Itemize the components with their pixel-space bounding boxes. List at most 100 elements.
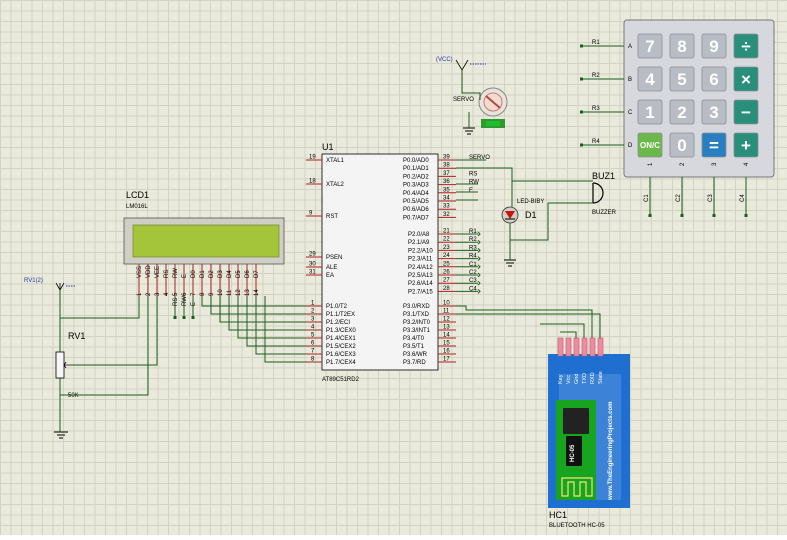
led-d1[interactable]: LED-BIBY D1 [501, 199, 544, 267]
hc05-module-label: HC-05 [570, 444, 576, 462]
pin-number: 15 [443, 341, 450, 347]
lcd-pin-name: D3 [218, 270, 224, 278]
keypad-key-label: 3 [709, 103, 718, 122]
lcd-pin-number: 14 [254, 289, 260, 296]
pin-name: P1.7/CEX4 [326, 360, 356, 366]
pin-number: 19 [309, 155, 316, 161]
pin-name: P3.4/T0 [403, 336, 425, 342]
hc05-pin-header [565, 337, 572, 357]
keypad-key-label: ÷ [741, 37, 750, 56]
keypad-key-label: 4 [645, 70, 655, 89]
buzzer-buz1[interactable]: BUZ1 BUZZER [592, 171, 617, 216]
pin-name: P1.3/CEX0 [326, 328, 356, 334]
hc05-part: BLUETOOTH HC-05 [549, 523, 605, 529]
net-label: R2 [592, 73, 600, 79]
hc05-ref: HC1 [549, 510, 567, 520]
keypad-row-label: A [628, 44, 632, 50]
pin-number: 26 [443, 270, 450, 276]
ground-icon [504, 259, 516, 267]
power-arrow-icon [455, 59, 469, 71]
net-label: C1 [644, 194, 650, 202]
microcontroller-u1[interactable]: U1 AT89C51RD2 19XTAL118XTAL29RST29PSEN30… [306, 142, 490, 383]
hc05-pin-name: Vcc [566, 375, 572, 384]
pin-name: P2.1/A9 [408, 240, 430, 246]
lcd-pin-number: 6 [182, 292, 188, 296]
pin-number: 31 [309, 270, 316, 276]
pin-name: XTAL2 [326, 182, 345, 188]
lcd-pin-number: 7 [191, 292, 197, 296]
pin-name: EA [326, 273, 334, 279]
lcd-pin-number: 9 [209, 292, 215, 296]
lcd-part: LM016L [126, 204, 148, 210]
lcd-pin-number: 1 [137, 292, 143, 296]
wiper-arrow-icon [63, 361, 70, 369]
servo-label: SERVO [453, 97, 474, 103]
lcd-pin-number: 12 [236, 289, 242, 296]
pin-number: 36 [443, 179, 450, 185]
lcd-pin-name: VSS [137, 266, 143, 278]
hc05-pin-header [589, 337, 596, 357]
schematic-canvas: U1 AT89C51RD2 19 XTAL1 18 XTAL2 9 RST 29 PSEN 30… [0, 0, 787, 535]
pin-name: PSEN [326, 255, 342, 261]
buzzer-icon [592, 182, 604, 204]
pin-number: 30 [309, 262, 316, 268]
led-part: LED-BIBY [517, 199, 544, 205]
lcd-pin-number: 2 [146, 292, 152, 296]
pin-number: 27 [443, 278, 450, 284]
lcd-pin-name: D7 [254, 270, 260, 278]
keypad-key-label: 7 [645, 37, 654, 56]
potentiometer-rv1[interactable]: RV1(2) RV1 50K [24, 278, 85, 439]
pin-number: 34 [443, 196, 450, 202]
lcd-pin-name: VDD [146, 265, 152, 278]
buzzer-ref: BUZ1 [592, 171, 615, 181]
lcd-pin-name: VEE [155, 266, 161, 278]
hc05-pin-header [581, 337, 588, 357]
net-label: C4 [740, 194, 746, 202]
pin-name: P3.2/INT0 [403, 320, 431, 326]
pin-number: 16 [443, 349, 450, 355]
pin-name: P1.5/CEX2 [326, 344, 356, 350]
pin-number: 11 [443, 309, 450, 315]
hc05-pin-name: Gnd [574, 374, 580, 384]
pin-name: ALE [326, 265, 337, 271]
keypad-key-label: + [741, 136, 751, 155]
lcd-pin-name: RS [164, 270, 170, 278]
lcd-pin-number: 5 [173, 292, 179, 296]
hc05-pin-header [597, 337, 604, 357]
lcd-pin-name: RW [173, 268, 179, 278]
net-label: RS [173, 298, 179, 306]
keypad-row-label: B [628, 77, 632, 83]
keypad-key-label: = [709, 136, 719, 155]
net-label: RW [469, 180, 479, 186]
keypad-key-label: 2 [677, 103, 686, 122]
pin-name: P3.0/RXD [403, 304, 430, 310]
lcd-ref: LCD1 [126, 190, 149, 200]
pin-number: 28 [443, 286, 450, 292]
led-ref: D1 [525, 210, 537, 220]
lcd-pin-name: D0 [191, 270, 197, 278]
bluetooth-hc05[interactable]: Key Vcc Gnd TXD RXD State HC-05 www.TheEngine… [548, 337, 630, 529]
lcd-pin-number: 11 [227, 289, 233, 296]
keypad-key-label: 1 [645, 103, 654, 122]
lcd-pin-number: 10 [218, 289, 224, 296]
pin-number: 35 [443, 187, 450, 193]
keypad-key-label: × [741, 70, 751, 89]
keypad[interactable]: 7 8 9 ÷4 5 6 ×1 2 3 −ON/C 0 = + R1AR2BR3CR4D 1C12C23… [580, 19, 775, 217]
pin-name: P0.5/AD5 [403, 199, 429, 205]
u1-part: AT89C51RD2 [322, 377, 360, 383]
pin-number: 21 [443, 229, 450, 235]
pin-name: P1.2/ECI [326, 320, 350, 326]
pin-number: 29 [309, 252, 316, 258]
hc05-pin-header [573, 337, 580, 357]
pin-number: 13 [443, 325, 450, 331]
keypad-row-label: D [628, 143, 633, 149]
lcd-pin-number: 3 [155, 292, 161, 296]
servo-motor[interactable]: (VCC) SERVO [436, 57, 508, 135]
pin-name: P2.5/A13 [408, 273, 433, 279]
ground-icon [463, 127, 475, 135]
rv-power-label: RV1(2) [24, 278, 43, 284]
pin-name: RST [326, 214, 338, 220]
pin-number: 18 [309, 179, 316, 185]
pin-number: 39 [443, 155, 450, 161]
pin-number: 25 [443, 261, 450, 267]
